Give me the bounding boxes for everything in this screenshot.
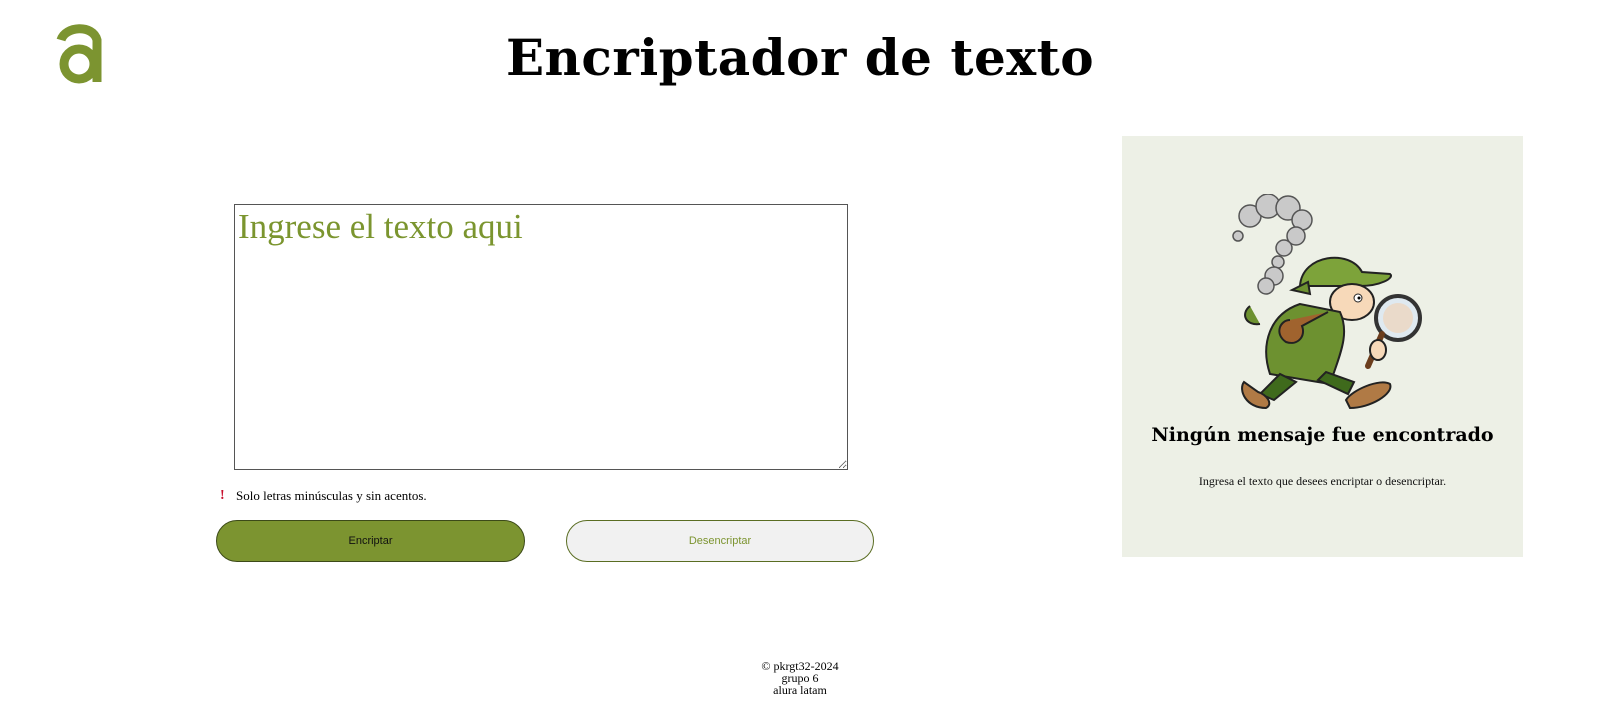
exclamation-icon: ! (220, 488, 225, 503)
page-title: Encriptador de texto (505, 28, 1095, 87)
footer: © pkrgt32-2024 grupo 6 alura latam (0, 660, 1600, 696)
decrypt-button[interactable]: Desencriptar (566, 520, 874, 562)
footer-org: alura latam (773, 683, 827, 697)
input-hint: ! Solo letras minúsculas y sin acentos. (220, 488, 427, 504)
text-input[interactable] (234, 204, 848, 470)
hint-text: Solo letras minúsculas y sin acentos. (236, 488, 427, 503)
detective-icon (1232, 194, 1422, 410)
encrypt-button[interactable]: Encriptar (216, 520, 525, 562)
result-title: Ningún mensaje fue encontrado (1151, 424, 1494, 446)
result-description: Ingresa el texto que desees encriptar o … (1198, 474, 1447, 488)
result-panel: Ningún mensaje fue encontrado Ingresa el… (1122, 136, 1523, 557)
